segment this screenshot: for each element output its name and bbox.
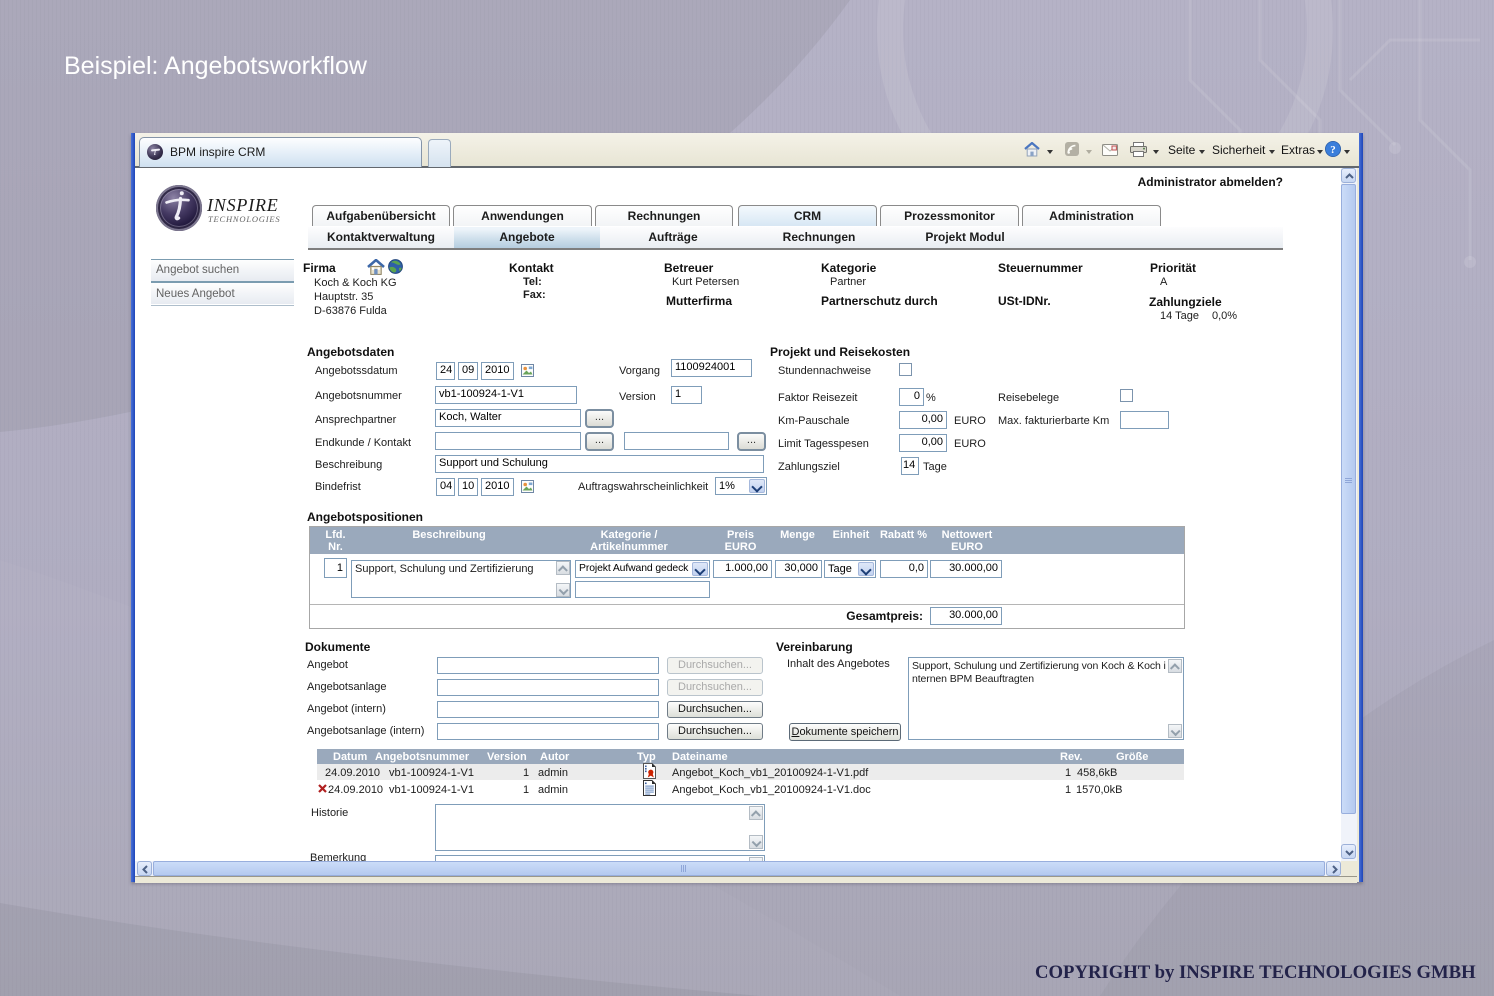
svg-text:?: ? <box>1330 144 1336 156</box>
